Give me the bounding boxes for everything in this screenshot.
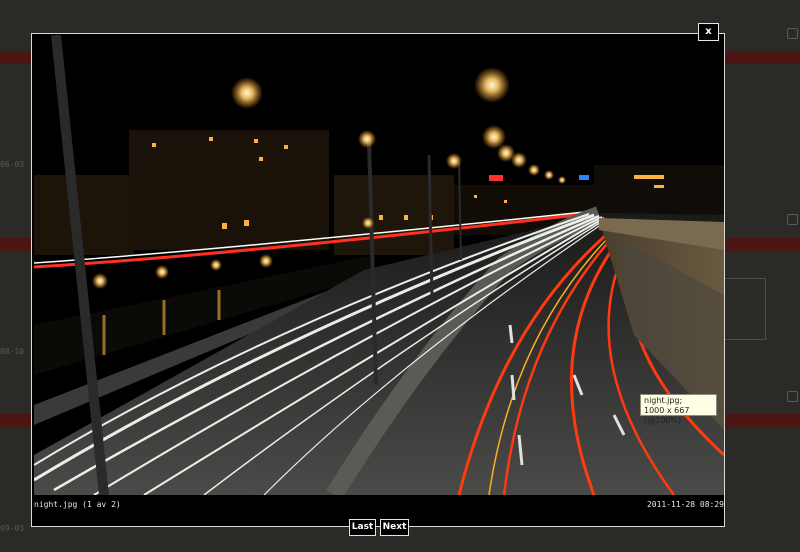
photo-caption: night.jpg (1 av 2) 2011-11-28 08:29 (34, 498, 724, 512)
next-button[interactable]: Next (380, 519, 409, 536)
background-date: 09-03 (0, 524, 25, 533)
lightbox-photo[interactable] (34, 35, 724, 495)
last-button[interactable]: Last (349, 519, 376, 536)
comment-icon (787, 214, 798, 225)
background-date: 06-03 (0, 160, 25, 169)
tooltip-dimensions: 1000 x 667 (@100%) (644, 406, 690, 425)
caption-timestamp: 2011-11-28 08:29 (646, 500, 724, 509)
tooltip-filename: night.jpg; (644, 396, 683, 405)
background-panel (724, 278, 766, 340)
caption-filename: night.jpg (1 av 2) (34, 500, 121, 509)
comment-icon (787, 391, 798, 402)
close-button[interactable]: x (698, 23, 719, 41)
background-date: 08-10 (0, 347, 25, 356)
close-icon: x (705, 26, 712, 37)
night-highway-image (34, 35, 724, 495)
comment-icon (787, 28, 798, 39)
image-info-tooltip: night.jpg; 1000 x 667 (@100%) (640, 394, 717, 425)
